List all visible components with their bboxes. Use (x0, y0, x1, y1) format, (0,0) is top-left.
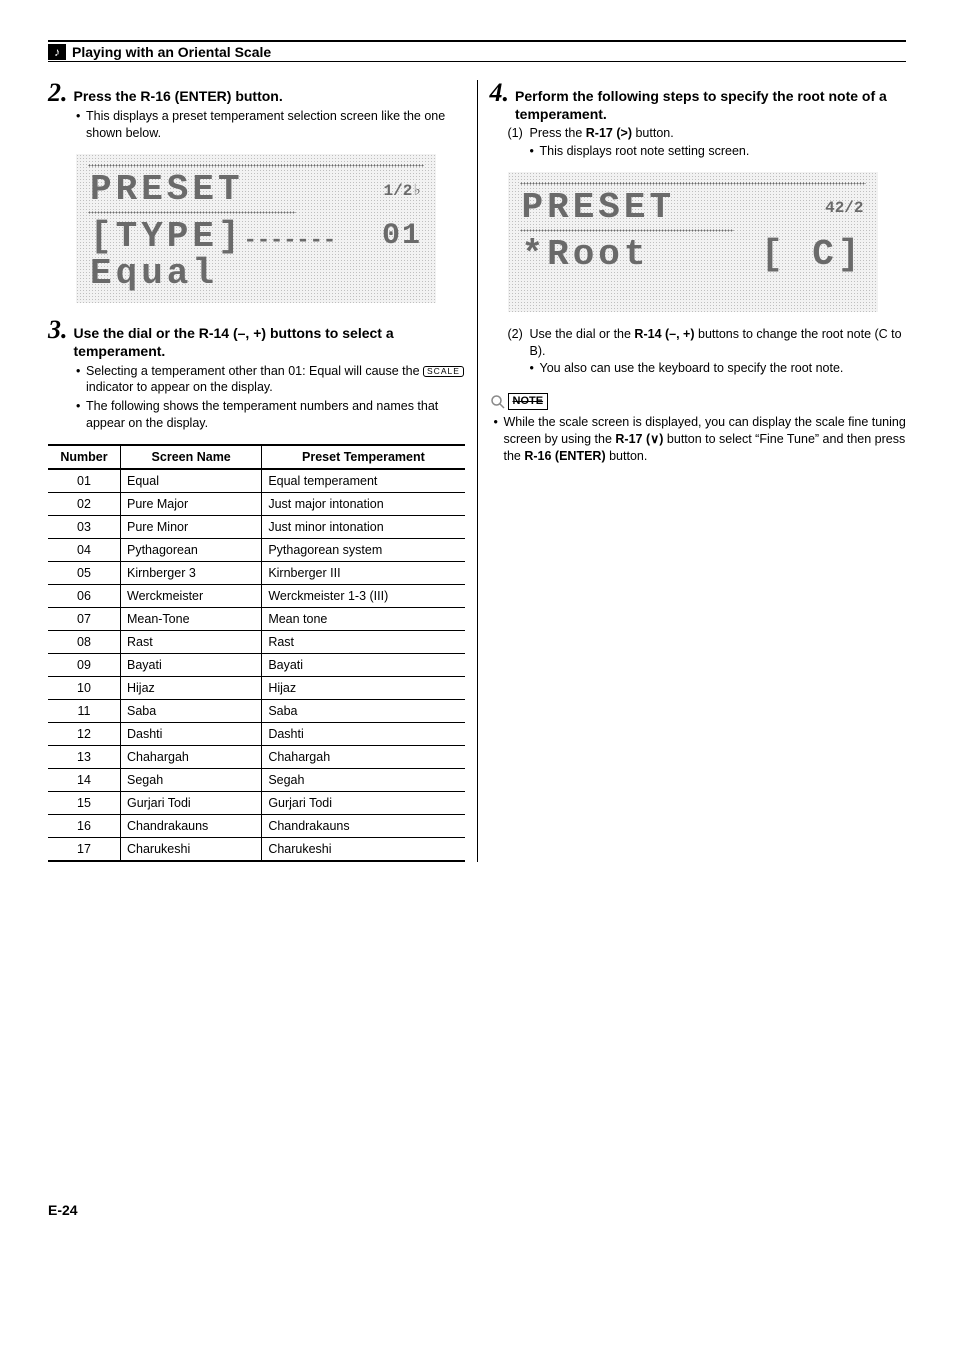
table-row: 06WerckmeisterWerckmeister 1-3 (III) (48, 585, 465, 608)
step-2: 2. Press the R-16 (ENTER) button. This d… (48, 80, 465, 142)
table-row: 08RastRast (48, 631, 465, 654)
table-row: 04PythagoreanPythagorean system (48, 539, 465, 562)
table-row: 05Kirnberger 3Kirnberger III (48, 562, 465, 585)
lcd2-mid-right: [ C] (761, 236, 863, 274)
lcd1-top-right: 1/2♭ (384, 180, 422, 200)
table-row: 16ChandrakaunsChandrakauns (48, 815, 465, 838)
table-row: 03Pure MinorJust minor intonation (48, 516, 465, 539)
ss2-bullet: You also can use the keyboard to specify… (530, 360, 907, 377)
right-column: 4. Perform the following steps to specif… (478, 80, 907, 862)
magnifier-icon (490, 394, 506, 410)
step-title: Use the dial or the R-14 (–, +) buttons … (74, 324, 465, 360)
table-row: 17CharukeshiCharukeshi (48, 838, 465, 862)
step-title: Press the R-16 (ENTER) button. (74, 87, 283, 105)
substep-2: (2) Use the dial or the R-14 (–, +) butt… (508, 326, 907, 378)
note-label: NOTE (508, 393, 549, 410)
arrow-down-icon: ∨ (650, 432, 659, 446)
note-text: While the scale screen is displayed, you… (494, 414, 907, 465)
music-note-icon: ♪ (48, 44, 66, 60)
table-row: 01EqualEqual temperament (48, 469, 465, 493)
note-block: NOTE While the scale screen is displayed… (490, 393, 907, 464)
step-number: 3. (48, 317, 68, 343)
step-title: Perform the following steps to specify t… (515, 87, 906, 123)
lcd1-mid-left: [TYPE]------- (90, 218, 336, 256)
table-row: 10HijazHijaz (48, 677, 465, 700)
lcd2-mid-left: *Root (522, 236, 650, 274)
table-row: 11SabaSaba (48, 700, 465, 723)
arrow-right-icon: > (621, 126, 628, 140)
lcd1-mid-right: 01 (382, 219, 422, 253)
ss1-bullet: This displays root note setting screen. (530, 143, 907, 160)
section-header: ♪ Playing with an Oriental Scale (48, 40, 906, 62)
table-row: 13ChahargahChahargah (48, 746, 465, 769)
scale-indicator-icon: SCALE (423, 366, 464, 377)
section-title: Playing with an Oriental Scale (72, 44, 271, 60)
step-number: 4. (490, 80, 510, 106)
table-row: 02Pure MajorJust major intonation (48, 493, 465, 516)
lcd-screenshot-1: PRESET 1/2♭ [TYPE]------- 01 Equal (76, 154, 436, 303)
page-number: E-24 (48, 1202, 906, 1218)
lcd2-top-left: PRESET (522, 189, 676, 227)
substep-1: (1) Press the R-17 (>) button. This disp… (508, 125, 907, 160)
table-row: 14SegahSegah (48, 769, 465, 792)
left-column: 2. Press the R-16 (ENTER) button. This d… (48, 80, 478, 862)
table-row: 12DashtiDashti (48, 723, 465, 746)
step3-bullet1: Selecting a temperament other than 01: E… (76, 363, 465, 397)
step-3: 3. Use the dial or the R-14 (–, +) butto… (48, 317, 465, 432)
step2-bullet: This displays a preset temperament selec… (76, 108, 465, 142)
step-number: 2. (48, 80, 68, 106)
lcd-screenshot-2: PRESET 42/2 *Root [ C] (508, 172, 878, 312)
step3-bullet2: The following shows the temperament numb… (76, 398, 465, 432)
lcd1-top-left: PRESET (90, 171, 244, 209)
lcd1-bottom: Equal (90, 255, 218, 293)
col-screen-name: Screen Name (121, 445, 262, 469)
col-preset: Preset Temperament (262, 445, 465, 469)
step-4: 4. Perform the following steps to specif… (490, 80, 907, 160)
table-row: 09BayatiBayati (48, 654, 465, 677)
temperament-table: Number Screen Name Preset Temperament 01… (48, 444, 465, 862)
table-row: 07Mean-ToneMean tone (48, 608, 465, 631)
col-number: Number (48, 445, 121, 469)
lcd2-top-right: 42/2 (825, 199, 863, 217)
table-row: 15Gurjari TodiGurjari Todi (48, 792, 465, 815)
